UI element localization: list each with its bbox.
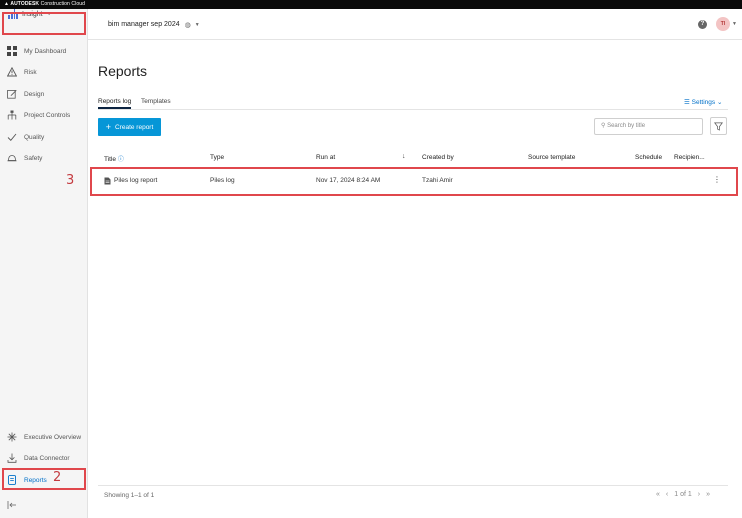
- chevron-down-icon: ⌄: [716, 99, 723, 106]
- sidebar-item-label: Quality: [24, 133, 45, 141]
- filter-button[interactable]: [710, 117, 727, 135]
- project-name: bim manager sep 2024: [108, 21, 180, 28]
- column-header-title[interactable]: Title ⓘ: [104, 154, 124, 163]
- previous-page-icon[interactable]: ‹: [666, 491, 668, 498]
- sidebar-item-my-dashboard[interactable]: My Dashboard: [0, 42, 87, 60]
- table-row[interactable]: [88, 168, 738, 196]
- last-page-icon[interactable]: »: [706, 491, 710, 498]
- sidebar-item-label: Data Connector: [24, 454, 70, 462]
- document-icon: [104, 177, 111, 185]
- filter-funnel-icon: [714, 122, 723, 131]
- top-bar: ▲ AUTODESK Construction Cloud: [0, 0, 742, 9]
- tabs-divider: [98, 109, 728, 110]
- pagination: « ‹ 1 of 1 › »: [656, 491, 710, 498]
- column-header-source-template[interactable]: Source template: [528, 154, 575, 161]
- sidebar-item-project-controls[interactable]: Project Controls: [0, 106, 87, 124]
- pencil-square-icon: [6, 88, 18, 100]
- cell-title[interactable]: Piles log report: [114, 177, 157, 184]
- sidebar-item-label: Executive Overview: [24, 433, 82, 441]
- chevron-down-icon: ▼: [46, 11, 52, 17]
- info-icon[interactable]: ⓘ: [118, 157, 124, 163]
- annotation-marker-2: 2: [53, 470, 62, 485]
- sort-descending-icon[interactable]: ↓: [402, 153, 406, 160]
- sidebar-item-label: Risk: [24, 68, 37, 76]
- page-indicator: 1 of 1: [674, 491, 692, 498]
- project-header: bim manager sep 2024 ◍ ▼ ? TI ▼: [88, 9, 742, 40]
- column-header-schedule[interactable]: Schedule: [635, 154, 662, 161]
- column-header-run-at[interactable]: Run at: [316, 154, 335, 161]
- column-header-type[interactable]: Type: [210, 154, 224, 161]
- create-report-button[interactable]: + Create report: [98, 118, 161, 136]
- download-icon: [6, 452, 18, 464]
- collapse-sidebar-icon: [6, 499, 18, 511]
- showing-count: Showing 1–1 of 1: [104, 492, 155, 499]
- list-settings-icon: ☰: [684, 99, 690, 106]
- next-page-icon[interactable]: ›: [698, 491, 700, 498]
- sidebar-item-data-connector[interactable]: Data Connector: [0, 449, 87, 467]
- project-selector[interactable]: bim manager sep 2024 ◍ ▼: [108, 9, 200, 40]
- sidebar-item-quality[interactable]: Quality: [0, 128, 87, 146]
- hierarchy-icon: [6, 109, 18, 121]
- globe-icon: ◍: [184, 21, 191, 29]
- insight-bars-icon: [8, 9, 18, 19]
- collapse-sidebar-button[interactable]: [0, 496, 87, 514]
- page-title: Reports: [98, 63, 148, 79]
- search-placeholder: Search by title: [607, 123, 646, 129]
- cell-created-by: Tzahi Amir: [422, 177, 453, 184]
- annotation-marker-3: 3: [66, 173, 75, 188]
- hard-hat-icon: [6, 152, 18, 164]
- cell-type: Piles log: [210, 177, 235, 184]
- module-switcher[interactable]: Insight ▼: [4, 4, 86, 24]
- column-header-created-by[interactable]: Created by: [422, 154, 454, 161]
- sidebar-item-label: Reports: [24, 476, 47, 484]
- plus-icon: +: [105, 121, 111, 132]
- first-page-icon[interactable]: «: [656, 491, 660, 498]
- avatar[interactable]: TI: [716, 17, 730, 31]
- cell-run-at: Nov 17, 2024 8:24 AM: [316, 177, 381, 184]
- asterisk-icon: [6, 431, 18, 443]
- search-input[interactable]: ⚲ Search by title: [594, 118, 703, 135]
- settings-button[interactable]: ☰ Settings ⌄: [684, 98, 722, 106]
- search-icon: ⚲: [601, 123, 606, 129]
- report-document-icon: [6, 474, 18, 486]
- chevron-down-icon[interactable]: ▼: [732, 21, 737, 27]
- row-actions-kebab-icon[interactable]: ⋮: [713, 176, 721, 184]
- sidebar-item-risk[interactable]: Risk: [0, 63, 87, 81]
- sidebar-item-executive-overview[interactable]: Executive Overview: [0, 428, 87, 446]
- sidebar-item-label: My Dashboard: [24, 47, 67, 55]
- help-icon[interactable]: ?: [698, 20, 707, 29]
- chevron-down-icon: ▼: [194, 21, 200, 28]
- check-icon: [6, 131, 18, 143]
- sidebar-item-label: Design: [24, 90, 45, 98]
- warning-triangle-icon: [6, 66, 18, 78]
- dashboard-grid-icon: [6, 45, 18, 57]
- sidebar-item-design[interactable]: Design: [0, 85, 87, 103]
- sidebar-item-reports[interactable]: Reports: [0, 471, 87, 489]
- tab-templates[interactable]: Templates: [141, 98, 171, 105]
- sidebar-item-label: Safety: [24, 154, 43, 162]
- column-header-recipients[interactable]: Recipien...: [674, 154, 705, 161]
- sidebar-item-label: Project Controls: [24, 111, 71, 119]
- footer-divider: [98, 485, 728, 486]
- tab-reports-log[interactable]: Reports log: [98, 98, 131, 105]
- sidebar-item-safety[interactable]: Safety: [0, 149, 87, 167]
- module-label: Insight: [22, 10, 43, 18]
